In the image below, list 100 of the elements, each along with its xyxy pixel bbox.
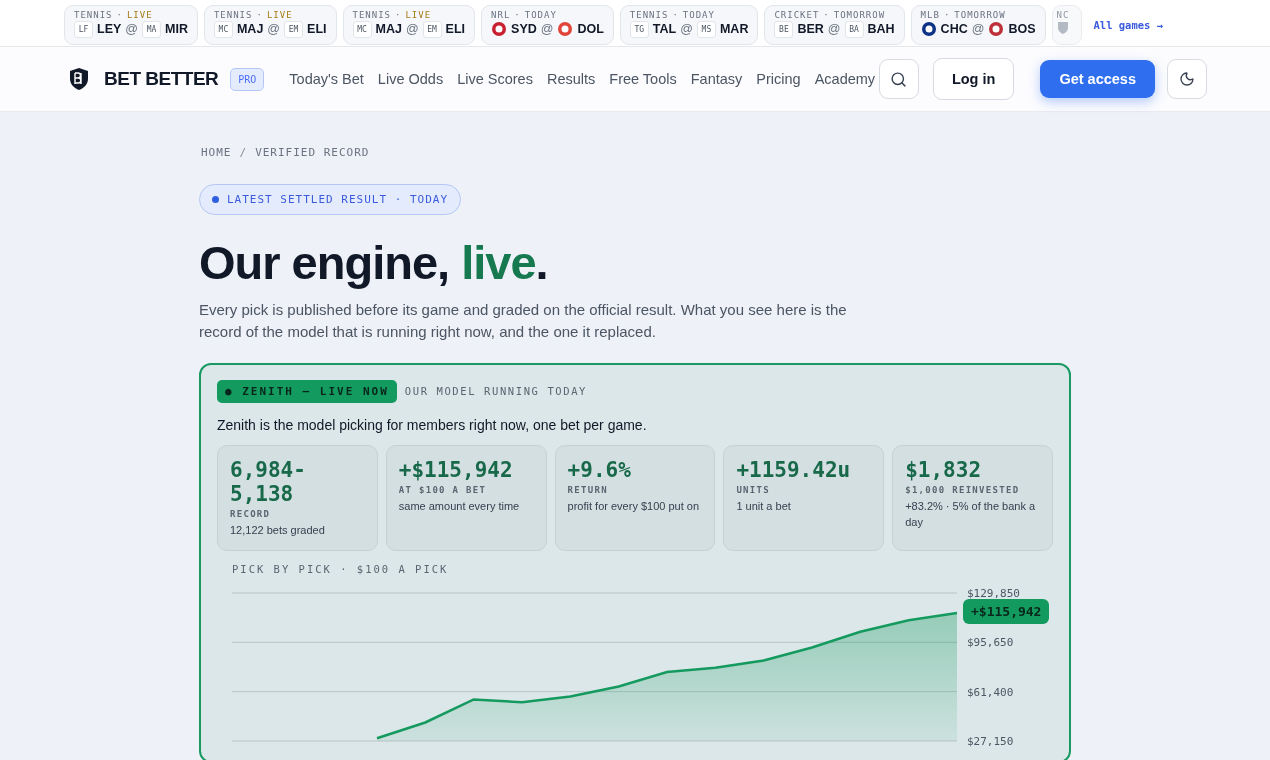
- team-code: MIR: [165, 22, 188, 36]
- game-status: LIVE: [126, 9, 153, 20]
- stat-label: AT $100 A BET: [398, 484, 488, 495]
- team-code: BOS: [1008, 21, 1036, 36]
- brand-name[interactable]: BET BETTER: [104, 68, 219, 90]
- axis-label: $129,850: [967, 586, 1020, 600]
- team-code: DOL: [577, 21, 604, 36]
- nav-link[interactable]: Live Scores: [457, 71, 533, 87]
- stat-note: profit for every $100 put on: [567, 498, 701, 514]
- separator-dot: ·: [943, 9, 951, 20]
- game-card[interactable]: TENNIS · LIVE LF LEY @ MA MIR: [64, 4, 198, 45]
- model-subtitle: OUR MODEL RUNNING TODAY: [404, 385, 588, 398]
- stat-label: $1,000 REINVESTED: [905, 484, 1021, 495]
- team-badge: MA: [142, 20, 161, 38]
- team-code: ELI: [445, 22, 466, 36]
- league-label: TENNIS: [213, 9, 253, 20]
- stat-note: +83.2% · 5% of the bank a day: [905, 498, 1037, 530]
- team-code: TAL: [652, 22, 677, 36]
- axis-label: $95,650: [967, 635, 1014, 649]
- team-code: MAJ: [236, 22, 264, 36]
- page-heading: Our engine, live.: [199, 237, 549, 289]
- model-description: Zenith is the model picking for members right now, one bet per game.: [217, 416, 648, 433]
- nav-link[interactable]: Today's Bet: [289, 71, 364, 87]
- team-badge: EM: [284, 20, 304, 38]
- league-label: NC: [1056, 9, 1070, 20]
- game-status: TOMORROW: [954, 9, 1006, 20]
- separator-dot: ·: [256, 9, 263, 20]
- nav-link[interactable]: Live Odds: [377, 71, 444, 87]
- team-code: LEY: [97, 22, 122, 36]
- game-card[interactable]: TENNIS · TODAY TG TAL @ MS MAR: [619, 4, 759, 45]
- at-sign: @: [125, 22, 138, 36]
- login-button[interactable]: Log in: [932, 58, 1015, 100]
- separator-dot: ·: [514, 9, 521, 20]
- stat-label: UNITS: [736, 484, 771, 495]
- intro-text: Every pick is published before its game and graded on the official result. What you see here is the record of the model that is running right now, and the one it replaced.: [199, 299, 848, 342]
- stat-value: 6,984-5,138: [230, 457, 307, 506]
- breadcrumb-item[interactable]: HOME: [201, 146, 232, 159]
- team-code: BAH: [867, 22, 895, 36]
- game-status: LIVE: [266, 9, 293, 20]
- stat-note: 12,122 bets graded: [230, 522, 326, 538]
- stat-label: RECORD: [230, 508, 272, 519]
- axis-label: $61,400: [967, 685, 1014, 699]
- team-badge: LF: [74, 20, 93, 38]
- game-card[interactable]: TENNIS · LIVE MC MAJ @ EM ELI: [203, 4, 337, 45]
- all-games-link[interactable]: All games →: [1093, 18, 1164, 31]
- team-badge: BE: [774, 20, 794, 38]
- team-badge: MS: [696, 20, 716, 38]
- separator-dot: ·: [116, 9, 123, 20]
- status-pill: LATEST SETTLED RESULT · TODAY: [199, 184, 462, 215]
- game-status: TODAY: [682, 9, 715, 20]
- at-sign: @: [267, 22, 281, 36]
- at-sign: @: [971, 21, 985, 36]
- league-label: TENNIS: [629, 9, 669, 20]
- league-label: MLB: [920, 9, 940, 20]
- team-code: ELI: [307, 22, 327, 36]
- separator-dot: ·: [672, 9, 679, 20]
- nav-link[interactable]: Results: [546, 71, 596, 87]
- team-code: CHC: [940, 21, 968, 36]
- stat-note: 1 unit a bet: [736, 498, 792, 514]
- league-label: TENNIS: [74, 9, 113, 20]
- team-code: MAR: [719, 22, 749, 36]
- separator-dot: ·: [395, 9, 402, 20]
- team-code: MAJ: [375, 22, 402, 36]
- game-status: TOMORROW: [833, 9, 886, 20]
- axis-label: $27,150: [967, 734, 1014, 748]
- at-sign: @: [405, 22, 419, 36]
- breadcrumb-item[interactable]: VERIFIED RECORD: [255, 146, 370, 159]
- league-label: TENNIS: [352, 9, 391, 20]
- team-code: SYD: [511, 21, 537, 36]
- stat-note: same amount every time: [398, 498, 521, 514]
- game-card[interactable]: TENNIS · LIVE MC MAJ @ EM ELI: [342, 4, 476, 45]
- game-status: LIVE: [405, 9, 432, 20]
- league-label: CRICKET: [774, 9, 820, 20]
- at-sign: @: [540, 21, 554, 36]
- nav-link[interactable]: Academy: [814, 71, 876, 87]
- stat-value: +1159.42u: [736, 457, 852, 482]
- stat-label: RETURN: [567, 484, 609, 495]
- team-badge: BA: [844, 20, 864, 38]
- chart-title: PICK BY PICK · $100 A PICK: [232, 562, 450, 575]
- pro-badge: PRO: [230, 67, 265, 91]
- team-badge: TG: [629, 20, 649, 38]
- game-card[interactable]: NRL · TODAY SYD @ DOL: [481, 4, 614, 45]
- team-badge: MC: [213, 20, 233, 38]
- value-label: +$115,942: [963, 598, 1050, 624]
- stat-value: +$115,942: [398, 457, 514, 482]
- team-badge: EM: [422, 20, 442, 38]
- live-tag: ● ZENITH — LIVE NOW: [217, 379, 397, 403]
- at-sign: @: [827, 22, 841, 36]
- breadcrumb-separator: /: [239, 146, 248, 159]
- get-access-button[interactable]: Get access: [1040, 60, 1155, 98]
- game-card[interactable]: CRICKET · TOMORROW BE BER @ BA BAH: [764, 4, 905, 45]
- nav-link[interactable]: Pricing: [756, 71, 801, 87]
- separator-dot: ·: [823, 9, 830, 20]
- team-code: BER: [797, 22, 824, 36]
- nav-link[interactable]: Free Tools: [609, 71, 677, 87]
- nav-link[interactable]: Fantasy: [690, 71, 743, 87]
- stat-value: $1,832: [905, 457, 983, 482]
- game-card[interactable]: MLB · TOMORROW CHC @ BOS: [910, 4, 1046, 45]
- league-label: NRL: [491, 9, 511, 20]
- team-badge: MC: [352, 20, 372, 38]
